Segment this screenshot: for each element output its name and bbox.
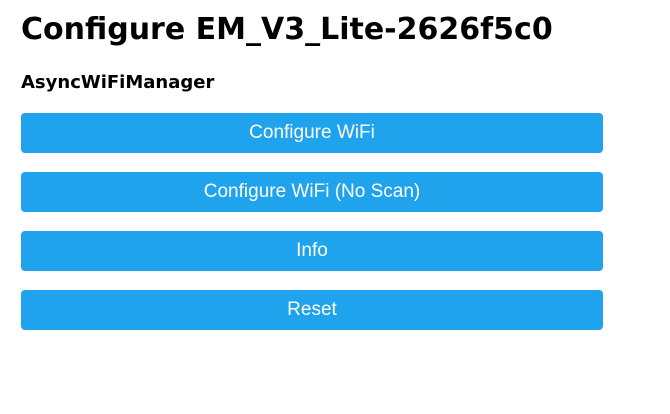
page: Configure EM_V3_Lite-2626f5c0 AsyncWiFiM… (0, 0, 670, 414)
page-title: Configure EM_V3_Lite-2626f5c0 (21, 12, 553, 47)
page-subtitle: AsyncWiFiManager (21, 72, 215, 93)
menu-buttons: Configure WiFi Configure WiFi (No Scan) … (21, 113, 603, 349)
reset-button[interactable]: Reset (21, 290, 603, 330)
configure-wifi-no-scan-button[interactable]: Configure WiFi (No Scan) (21, 172, 603, 212)
configure-wifi-button[interactable]: Configure WiFi (21, 113, 603, 153)
info-button[interactable]: Info (21, 231, 603, 271)
